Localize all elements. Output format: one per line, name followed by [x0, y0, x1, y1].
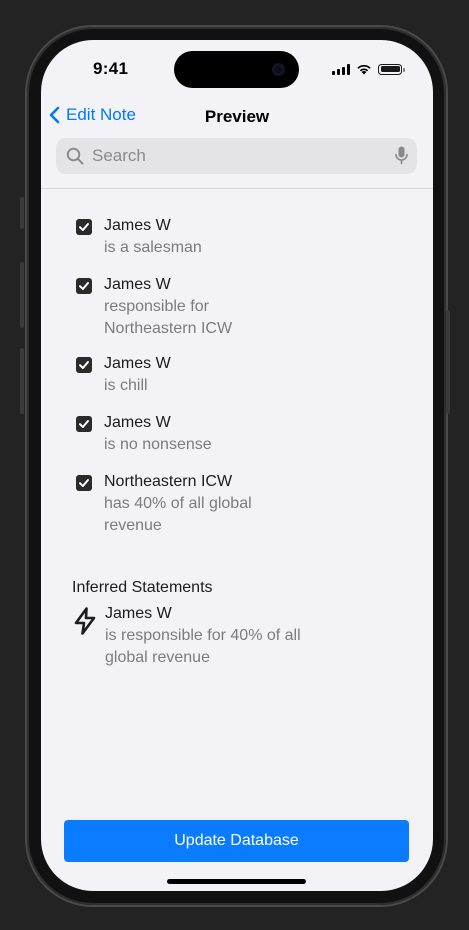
- dynamic-island: [174, 51, 299, 88]
- inferred-predicate: global revenue: [105, 649, 210, 666]
- statement-subject: James W: [104, 217, 171, 234]
- statement-subject: James W: [104, 276, 171, 293]
- divider: [41, 188, 433, 189]
- status-bar: 9:41: [41, 40, 433, 96]
- status-icons: [332, 63, 405, 75]
- checkbox[interactable]: [76, 357, 92, 373]
- statement-item: Northeastern ICW has 40% of all global r…: [76, 471, 252, 537]
- cellular-signal-icon: [332, 63, 350, 75]
- statement-predicate: is no nonsense: [104, 436, 212, 453]
- search-icon: [66, 147, 84, 165]
- statement-item: James W is no nonsense: [76, 412, 212, 456]
- checkbox[interactable]: [76, 219, 92, 235]
- checkmark-icon: [79, 282, 89, 290]
- inferred-statement-item: James W is responsible for 40% of all gl…: [73, 603, 301, 669]
- microphone-icon[interactable]: [395, 146, 408, 165]
- volume-up-button: [20, 262, 24, 328]
- checkbox[interactable]: [76, 475, 92, 491]
- home-indicator: [167, 879, 306, 884]
- statement-predicate: revenue: [104, 517, 162, 534]
- screen: 9:41 Edit Note Preview Search James W is…: [41, 40, 433, 891]
- statement-predicate: is a salesman: [104, 239, 202, 256]
- statement-predicate: Northeastern ICW: [104, 320, 233, 337]
- inferred-subject: James W: [105, 605, 172, 622]
- checkmark-icon: [79, 223, 89, 231]
- statement-subject: Northeastern ICW: [104, 473, 233, 490]
- inferred-statements-heading: Inferred Statements: [72, 579, 213, 596]
- camera-icon: [272, 63, 285, 76]
- statement-predicate: is chill: [104, 377, 148, 394]
- lightning-bolt-icon: [74, 607, 96, 635]
- checkmark-icon: [79, 479, 89, 487]
- statement-predicate: has 40% of all global: [104, 495, 252, 512]
- checkmark-icon: [79, 361, 89, 369]
- statement-item: James W is a salesman: [76, 215, 202, 259]
- inferred-predicate: is responsible for 40% of all: [105, 627, 301, 644]
- statement-item: James W is chill: [76, 353, 171, 397]
- search-input[interactable]: [90, 145, 384, 167]
- statement-predicate: responsible for: [104, 298, 209, 315]
- checkbox[interactable]: [76, 278, 92, 294]
- search-bar[interactable]: [56, 138, 417, 174]
- volume-down-button: [20, 348, 24, 414]
- checkbox[interactable]: [76, 416, 92, 432]
- update-database-button[interactable]: Update Database: [64, 820, 409, 862]
- action-button: [20, 197, 24, 229]
- wifi-icon: [357, 64, 371, 75]
- statement-subject: James W: [104, 414, 171, 431]
- navigation-bar: Edit Note Preview: [41, 100, 433, 130]
- status-time: 9:41: [93, 59, 129, 78]
- page-title: Preview: [204, 107, 270, 126]
- power-button: [446, 310, 450, 414]
- statement-subject: James W: [104, 355, 171, 372]
- statement-item: James W responsible for Northeastern ICW: [76, 274, 232, 340]
- battery-icon: [378, 63, 405, 75]
- checkmark-icon: [79, 420, 89, 428]
